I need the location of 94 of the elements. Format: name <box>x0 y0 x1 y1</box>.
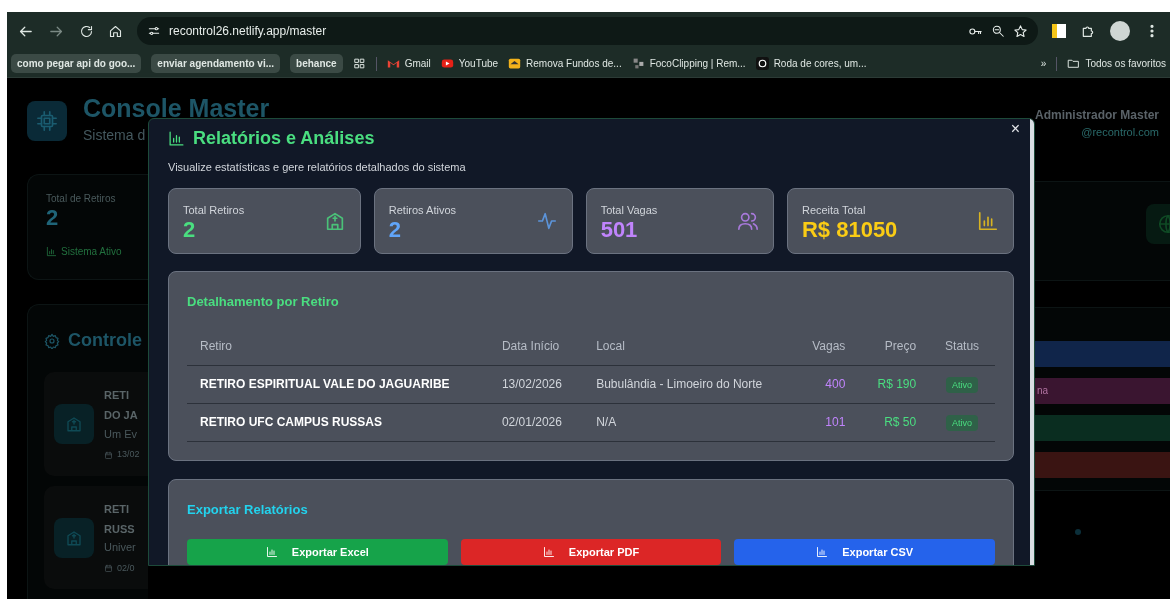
calendar-icon <box>104 450 113 460</box>
bookmark-link[interactable]: Gmail <box>386 56 431 71</box>
column-header: Local <box>583 325 794 365</box>
extensions-icon[interactable] <box>1080 23 1096 39</box>
stat-value: 501 <box>600 218 639 243</box>
retreat-title: RETI <box>104 388 131 404</box>
stat-value: 2 <box>46 206 60 231</box>
chip-icon <box>36 110 58 132</box>
zoom-icon[interactable] <box>991 24 1005 38</box>
bar-chart-icon <box>816 546 829 558</box>
extension-square-icon <box>1052 24 1066 38</box>
bookmark-label[interactable]: Todos os favoritos <box>1085 56 1166 71</box>
bookmark-label[interactable]: YouTube <box>458 56 499 71</box>
bar-chart-icon <box>977 209 999 232</box>
image-icon <box>508 57 522 70</box>
home-icon[interactable] <box>108 23 123 39</box>
retreat-date: 13/02 <box>117 448 140 462</box>
bookmark-link[interactable]: YouTube <box>440 56 499 71</box>
retreat-title: RETI <box>104 501 131 517</box>
table-cell: N/A <box>583 403 794 441</box>
table-cell: R$ 50 <box>858 403 930 441</box>
status-text: Sistema Ativo <box>61 245 122 260</box>
column-header: Preço <box>858 325 930 365</box>
bookmark-chip[interactable]: behance <box>290 54 343 73</box>
bookmark-chip[interactable]: enviar agendamento vi... <box>151 54 281 73</box>
overflow-chevron[interactable]: » <box>1040 56 1047 71</box>
column-header: Retiro <box>187 325 489 365</box>
column-header: Data Início <box>488 325 584 365</box>
close-button[interactable]: × <box>1010 119 1020 141</box>
bookmark-label[interactable]: Gmail <box>404 56 431 71</box>
user-email: @recontrol.com <box>1080 125 1160 140</box>
stat-label: Total Vagas <box>600 202 658 218</box>
reload-icon[interactable] <box>79 23 94 39</box>
modal-title: Relatórios e Análises <box>193 127 375 150</box>
action-bar: na <box>1035 377 1170 404</box>
column-header: Vagas <box>793 325 859 365</box>
bookmark-label[interactable]: Roda de cores, um... <box>773 56 867 71</box>
stat-label: Total de Retiros <box>46 192 117 206</box>
bar-chart-icon <box>168 130 185 147</box>
address-bar[interactable]: recontrol26.netlify.app/master <box>137 17 1038 45</box>
bookmark-link[interactable]: Roda de cores, um... <box>755 56 867 71</box>
apps-icon[interactable] <box>352 57 366 70</box>
building-icon <box>65 415 83 434</box>
retreat-title: DO JA <box>104 408 139 423</box>
app-title: Console Master <box>83 96 270 121</box>
table-cell: RETIRO ESPIRITUAL VALE DO JAGUARIBE <box>187 365 489 403</box>
retreat-description: Univer <box>104 540 136 556</box>
bookmark-star-icon[interactable] <box>1013 23 1028 39</box>
modal-subtitle: Visualize estatísticas e gere relatórios detalhados do sistema <box>168 160 467 175</box>
stat-value: 2 <box>183 218 197 243</box>
bookmark-chip[interactable]: como pegar api do goo... <box>11 54 142 73</box>
section-title: Controle <box>68 329 142 353</box>
color-wheel-icon <box>755 57 769 70</box>
retreat-description: Um Ev <box>104 426 138 442</box>
status-badge: Ativo <box>946 377 979 393</box>
play-button-icon <box>440 57 454 70</box>
pager-dot <box>1075 528 1081 535</box>
stat-value: R$ 81050 <box>801 218 898 243</box>
stat-value: 2 <box>388 218 402 243</box>
bookmark-link[interactable]: Remova Fundos de... <box>508 56 622 71</box>
table-cell: 02/01/2026 <box>488 403 584 441</box>
user-name: Administrador Master <box>1035 107 1160 124</box>
clipping-icon <box>631 57 645 70</box>
bar-chart-icon <box>265 546 278 558</box>
table-cell: RETIRO UFC CAMPUS RUSSAS <box>187 403 489 441</box>
panel-title: Exportar Relatórios <box>187 500 309 519</box>
stat-label: Total Retiros <box>183 202 245 218</box>
folder-icon <box>1067 57 1081 70</box>
table-cell: Bubulândia - Limoeiro do Norte <box>583 365 794 403</box>
avatar-circle[interactable] <box>1110 21 1130 41</box>
settings-icon <box>44 332 60 349</box>
column-header: Status <box>929 325 995 365</box>
table-cell: R$ 190 <box>858 365 930 403</box>
retreat-date: 02/0 <box>117 561 135 575</box>
table-cell: 400 <box>793 365 859 403</box>
bar-chart-icon <box>46 246 57 258</box>
site-settings-icon[interactable] <box>147 24 161 38</box>
panel-title: Detalhamento por Retiro <box>187 292 340 311</box>
table-cell: 13/02/2026 <box>488 365 584 403</box>
table-cell: 101 <box>793 403 859 441</box>
stat-label: Retiros Ativos <box>388 202 456 218</box>
calendar-icon <box>104 564 113 574</box>
bookmark-label[interactable]: Remova Fundos de... <box>526 56 622 71</box>
retreat-title: RUSS <box>104 521 136 537</box>
url-text: recontrol26.netlify.app/master <box>169 23 327 40</box>
bookmark-label[interactable]: FocoClipping | Rem... <box>649 56 746 71</box>
app-subtitle: Sistema d <box>83 126 146 145</box>
all-bookmarks-link[interactable]: Todos os favoritos <box>1067 56 1166 71</box>
export-button[interactable]: Exportar PDF <box>460 539 722 565</box>
export-button[interactable]: Exportar CSV <box>734 539 995 565</box>
bookmark-link[interactable]: FocoClipping | Rem... <box>631 56 746 71</box>
bar-chart-icon <box>542 546 555 558</box>
status-badge: Ativo <box>946 415 979 431</box>
stat-label: Receita Total <box>801 202 867 218</box>
